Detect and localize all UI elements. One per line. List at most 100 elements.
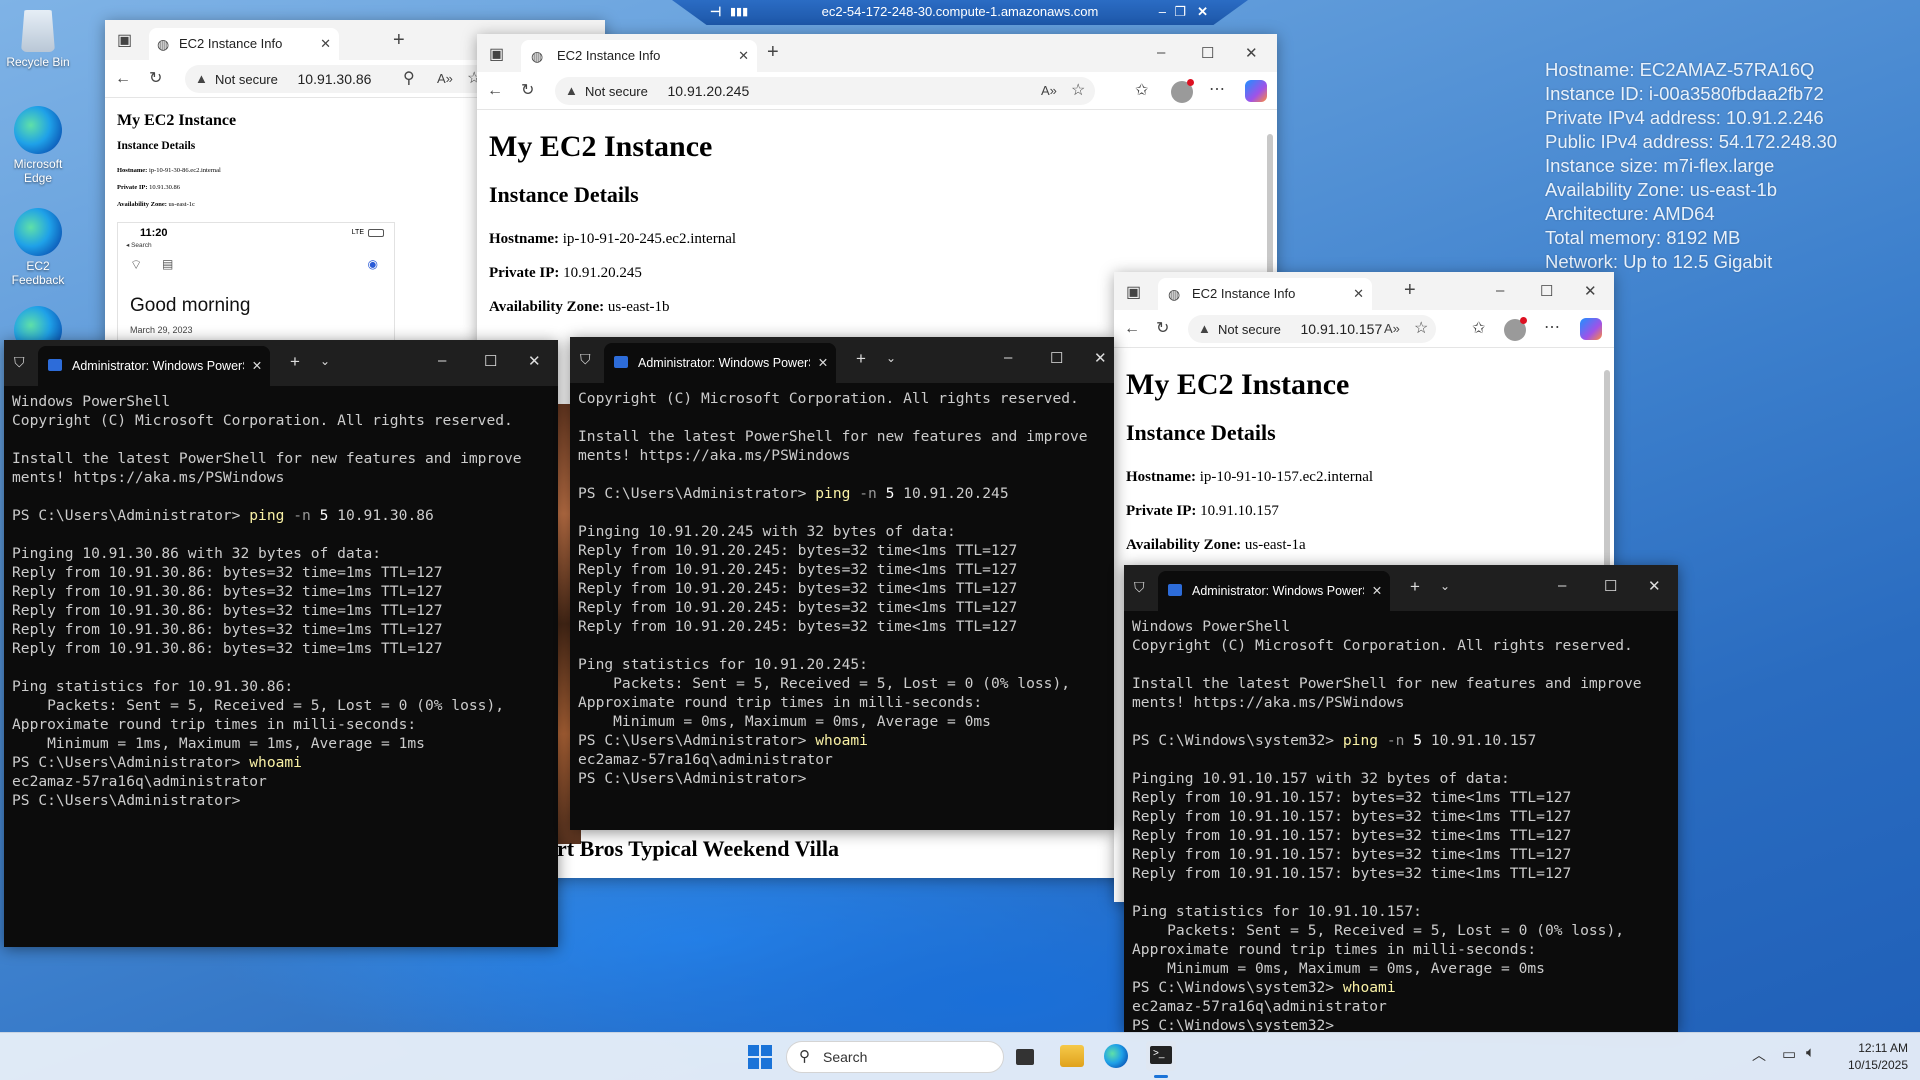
private-ip-value: 10.91.10.157 (1200, 503, 1279, 519)
terminal-tab[interactable]: Administrator: Windows PowerShell ✕ (604, 343, 836, 383)
tab-actions-icon[interactable]: ▣ (489, 45, 504, 65)
rdp-restore-icon[interactable]: ❐ (1174, 0, 1186, 24)
scrollbar[interactable] (1604, 370, 1610, 570)
edge-taskbar-icon[interactable] (1104, 1044, 1128, 1068)
new-tab-icon[interactable]: + (767, 42, 779, 62)
info-az: Availability Zone: us-east-1b (1545, 179, 1778, 200)
new-tab-icon[interactable]: + (1404, 280, 1416, 300)
refresh-icon[interactable]: ↻ (149, 69, 162, 89)
read-aloud-icon[interactable]: A» (1384, 319, 1400, 339)
network-icon[interactable]: ▭ (1782, 1045, 1796, 1063)
close-icon[interactable]: ✕ (1584, 282, 1597, 300)
chevron-up-icon[interactable]: ︿ (1752, 1045, 1766, 1065)
close-icon[interactable]: ✕ (1094, 349, 1107, 367)
terminal-tab[interactable]: Administrator: Windows PowerShell ✕ (38, 346, 270, 386)
private-ip-value: 10.91.20.245 (563, 265, 642, 281)
back-icon[interactable]: ← (115, 69, 131, 89)
file-explorer-icon[interactable] (1060, 1045, 1084, 1067)
volume-icon[interactable]: 🔈︎ (1806, 1044, 1815, 1061)
terminal-output[interactable]: Windows PowerShell Copyright (C) Microso… (1124, 611, 1678, 1032)
minimize-icon[interactable]: – (1004, 349, 1012, 366)
tab-close-icon[interactable]: ✕ (810, 343, 836, 383)
task-view-icon[interactable] (1016, 1049, 1034, 1065)
taskbar-search[interactable]: ⚲ Search (786, 1041, 1004, 1073)
terminal-output[interactable]: Windows PowerShell Copyright (C) Microso… (4, 386, 558, 816)
page-title: My EC2 Instance (489, 130, 713, 163)
maximize-icon[interactable]: ☐ (1050, 349, 1063, 367)
copilot-icon[interactable] (1580, 318, 1602, 340)
start-button[interactable] (748, 1045, 772, 1069)
notification-dot (1520, 317, 1527, 324)
new-tab-icon[interactable]: + (856, 349, 866, 369)
terminal-output[interactable]: Copyright (C) Microsoft Corporation. All… (570, 383, 1114, 794)
powershell-icon (48, 359, 62, 371)
read-aloud-icon[interactable]: A» (1041, 81, 1057, 101)
url-text: 10.91.20.245 (667, 83, 750, 99)
edge-icon (14, 106, 62, 154)
minimize-icon[interactable]: – (1496, 282, 1504, 299)
rdp-connection-bar[interactable]: ⊣ ▮▮▮ ec2-54-172-248-30.compute-1.amazon… (672, 0, 1248, 25)
globe-icon: ◍ (531, 48, 544, 64)
recycle-bin-icon (21, 10, 55, 52)
calendar-icon: ▤ (162, 257, 174, 271)
maximize-icon[interactable]: ☐ (1201, 44, 1214, 62)
new-tab-icon[interactable]: + (290, 352, 300, 372)
desktop-icon-recycle-bin[interactable]: Recycle Bin (6, 10, 70, 69)
dropdown-icon[interactable]: ⌄ (1440, 579, 1450, 593)
terminal-window-a[interactable]: ⛉ Administrator: Windows PowerShell ✕ + … (4, 340, 558, 947)
terminal-window-c[interactable]: ⛉ Administrator: Windows PowerShell ✕ + … (1124, 565, 1678, 1032)
minimize-icon[interactable]: – (1157, 44, 1165, 61)
refresh-icon[interactable]: ↻ (521, 81, 534, 101)
browser-tab[interactable]: ◍ EC2 Instance Info ✕ (1158, 278, 1372, 310)
read-aloud-icon[interactable]: A» (437, 69, 453, 89)
tab-close-icon[interactable]: ✕ (738, 46, 749, 66)
address-bar[interactable]: ▲ Not secure 10.91.10.157 A» ☆ (1188, 315, 1436, 343)
globe-icon: ◍ (1168, 286, 1181, 302)
desktop-icon-edge[interactable]: Microsoft Edge (6, 106, 70, 185)
maximize-icon[interactable]: ☐ (484, 352, 497, 370)
dropdown-icon[interactable]: ⌄ (886, 351, 896, 365)
maximize-icon[interactable]: ☐ (1540, 282, 1553, 300)
tab-actions-icon[interactable]: ▣ (1126, 283, 1141, 303)
back-icon[interactable]: ← (487, 81, 503, 101)
close-icon[interactable]: ✕ (528, 352, 541, 370)
desktop-icon-ec2-feedback[interactable]: EC2 Feedback (6, 208, 70, 287)
dropdown-icon[interactable]: ⌄ (320, 354, 330, 368)
terminal-tab[interactable]: Administrator: Windows PowerShell ✕ (1158, 571, 1390, 611)
refresh-icon[interactable]: ↻ (1156, 319, 1169, 339)
browser-tab[interactable]: ◍ EC2 Instance Info ✕ (521, 40, 757, 72)
info-architecture: Architecture: AMD64 (1545, 203, 1715, 224)
rdp-close-icon[interactable]: ✕ (1197, 0, 1208, 24)
minimize-icon[interactable]: – (1558, 577, 1566, 594)
clock-time: 12:11 AM (1858, 1041, 1908, 1055)
warning-icon: ▲ (195, 71, 208, 86)
favorites-icon[interactable]: ✩ (1472, 319, 1485, 339)
favorite-icon[interactable]: ☆ (1414, 319, 1428, 339)
new-tab-icon[interactable]: + (393, 30, 405, 50)
terminal-window-b[interactable]: ⛉ Administrator: Windows PowerShell ✕ + … (570, 337, 1114, 830)
copilot-icon[interactable] (1245, 80, 1267, 102)
more-icon[interactable]: ⋯ (1209, 80, 1225, 100)
terminal-taskbar-icon[interactable]: >_ (1146, 1041, 1176, 1071)
maximize-icon[interactable]: ☐ (1604, 577, 1617, 595)
rdp-minimize-icon[interactable]: – (1159, 0, 1166, 24)
more-icon[interactable]: ⋯ (1544, 318, 1560, 338)
zoom-icon[interactable]: ⚲ (403, 69, 415, 89)
minimize-icon[interactable]: – (438, 352, 446, 369)
info-memory: Total memory: 8192 MB (1545, 227, 1741, 248)
tab-actions-icon[interactable]: ▣ (117, 31, 132, 51)
close-icon[interactable]: ✕ (1245, 44, 1258, 62)
tab-close-icon[interactable]: ✕ (244, 346, 270, 386)
address-bar[interactable]: ▲ Not secure 10.91.20.245 A» ☆ (555, 77, 1095, 105)
favorites-icon[interactable]: ✩ (1135, 81, 1148, 101)
new-tab-icon[interactable]: + (1410, 577, 1420, 597)
favorite-icon[interactable]: ☆ (1071, 81, 1085, 101)
clock[interactable]: 12:11 AM 10/15/2025 (1836, 1040, 1908, 1074)
back-icon[interactable]: ← (1124, 319, 1140, 339)
tab-close-icon[interactable]: ✕ (1364, 571, 1390, 611)
pin-icon[interactable]: ⊣ (710, 0, 721, 24)
browser-tab[interactable]: ◍ EC2 Instance Info ✕ (149, 28, 339, 60)
tab-close-icon[interactable]: ✕ (1353, 284, 1364, 304)
tab-close-icon[interactable]: ✕ (320, 34, 331, 54)
close-icon[interactable]: ✕ (1648, 577, 1661, 595)
